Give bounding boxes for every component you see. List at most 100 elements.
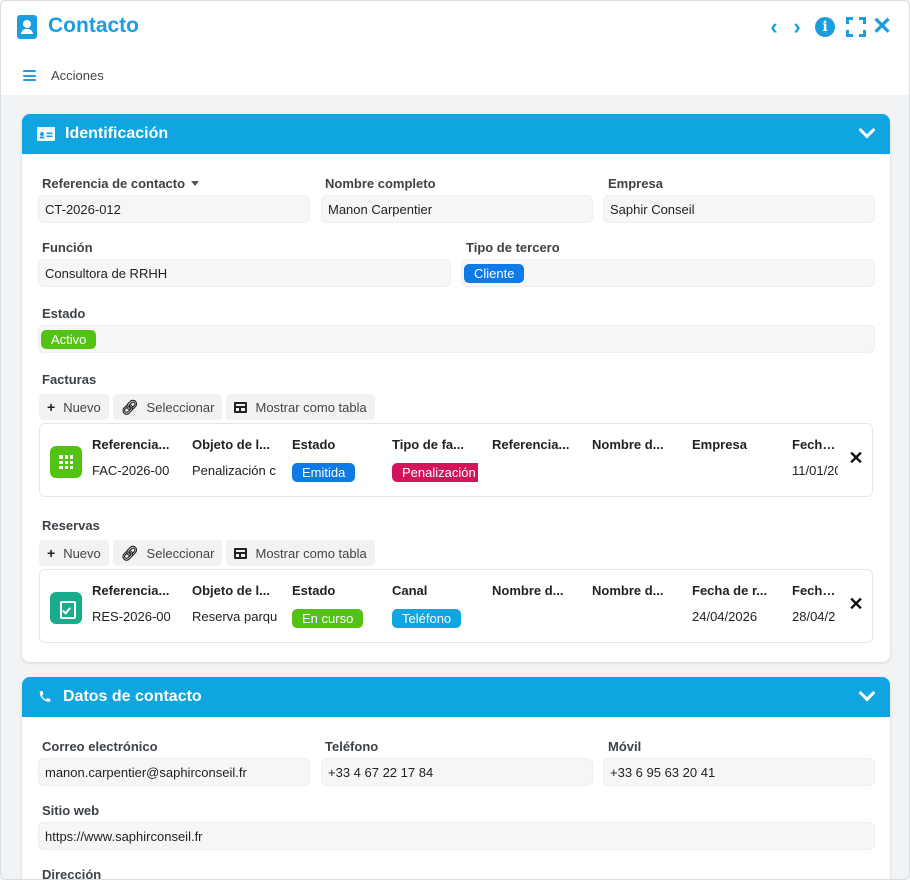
fullscreen-icon[interactable] — [846, 17, 866, 37]
invoices-table-button[interactable]: Mostrar como tabla — [226, 394, 375, 420]
link-icon: 🔗︎ — [120, 544, 139, 561]
website-field[interactable]: https://www.saphirconseil.fr — [38, 822, 875, 850]
email-field[interactable]: manon.carpentier@saphirconseil.fr — [38, 758, 310, 786]
new-label: Nuevo — [63, 399, 101, 415]
invoice-col-date: Fecha d — [792, 437, 838, 452]
third-party-type-field[interactable]: Cliente — [461, 259, 875, 287]
invoice-col-reference: Referencia... — [92, 437, 170, 452]
phone-field[interactable]: +33 4 67 22 17 84 — [321, 758, 593, 786]
close-icon[interactable]: ✕ — [871, 15, 893, 39]
invoice-col-name: Nombre d... — [592, 437, 664, 452]
window-title: Contacto — [48, 14, 139, 37]
reservation-status-cell: En curso — [292, 609, 382, 628]
remove-invoice-icon[interactable]: ✕ — [848, 449, 864, 467]
invoice-col-status: Estado — [292, 437, 336, 452]
full-name-label: Nombre completo — [325, 176, 436, 191]
contact-book-icon — [17, 15, 37, 39]
plus-icon: + — [47, 399, 56, 415]
reservation-col-channel: Canal — [392, 583, 428, 598]
reservation-reference-value: RES-2026-00 — [92, 609, 171, 624]
active-status-tag: Activo — [41, 330, 97, 349]
remove-reservation-icon[interactable]: ✕ — [848, 595, 864, 613]
function-label: Función — [42, 240, 93, 255]
reservations-select-button[interactable]: 🔗︎ Seleccionar — [112, 540, 223, 566]
website-label: Sitio web — [42, 803, 100, 818]
new-label: Nuevo — [63, 545, 101, 561]
invoices-new-button[interactable]: + Nuevo — [39, 394, 109, 420]
third-party-type-label: Tipo de tercero — [466, 240, 560, 255]
invoice-reference-value: FAC-2026-00 — [92, 463, 170, 478]
invoice-col-reference2: Referencia... — [492, 437, 570, 452]
reservation-col-reference: Referencia... — [92, 583, 170, 598]
reservations-table-button[interactable]: Mostrar como tabla — [226, 540, 375, 566]
invoice-type-cell: Penalización — [392, 463, 478, 482]
form-content: Identificación Referencia de contacto CT… — [1, 95, 909, 879]
client-tag: Cliente — [464, 264, 525, 283]
company-field[interactable]: Saphir Conseil — [603, 195, 875, 223]
chevron-down-icon[interactable] — [860, 689, 872, 701]
invoice-col-object: Objeto de l... — [192, 437, 271, 452]
id-card-icon — [37, 127, 55, 141]
reference-field[interactable]: CT-2026-012 — [38, 195, 310, 223]
invoice-row[interactable]: Referencia... Objeto de l... Estado Tipo… — [39, 423, 873, 497]
status-label: Estado — [42, 306, 86, 321]
status-field[interactable]: Activo — [38, 325, 875, 353]
table-label: Mostrar como tabla — [255, 399, 367, 415]
invoice-col-company: Empresa — [692, 437, 747, 452]
actions-bar: Acciones — [1, 59, 909, 93]
chevron-down-icon[interactable] — [860, 126, 872, 138]
invoice-object-value: Penalización c — [192, 463, 276, 478]
caret-down-icon[interactable] — [191, 181, 200, 186]
contact-window: Contacto ‹ › i ✕ Acciones Identificación… — [0, 0, 910, 880]
reservation-col-date-start: Fecha de r... — [692, 583, 768, 598]
reservation-col-object: Objeto de l... — [192, 583, 271, 598]
select-label: Seleccionar — [146, 545, 215, 561]
reservation-col-status: Estado — [292, 583, 336, 598]
actions-menu-label[interactable]: Acciones — [51, 68, 104, 83]
phone-channel-tag: Teléfono — [392, 609, 462, 628]
mobile-label: Móvil — [608, 739, 642, 754]
identification-panel: Identificación Referencia de contacto CT… — [22, 114, 890, 662]
identification-panel-header[interactable]: Identificación — [22, 114, 890, 154]
reservation-channel-cell: Teléfono — [392, 609, 482, 628]
penalty-tag: Penalización — [392, 463, 478, 482]
table-icon — [234, 547, 248, 559]
title-bar: Contacto ‹ › i ✕ — [1, 1, 909, 53]
contact-details-panel-header[interactable]: Datos de contacto — [22, 677, 890, 717]
invoice-col-type: Tipo de fa... — [392, 437, 464, 452]
reservations-label: Reservas — [42, 518, 100, 533]
plus-icon: + — [47, 545, 56, 561]
company-label: Empresa — [608, 176, 663, 191]
reservation-col-name2: Nombre d... — [592, 583, 664, 598]
reservations-new-button[interactable]: + Nuevo — [39, 540, 109, 566]
reference-label[interactable]: Referencia de contacto — [42, 176, 200, 191]
function-field[interactable]: Consultora de RRHH — [38, 259, 451, 287]
reservation-object-value: Reserva parqu — [192, 609, 278, 624]
invoices-select-button[interactable]: 🔗︎ Seleccionar — [112, 394, 223, 420]
invoice-date-value: 11/01/20 — [792, 463, 838, 478]
reservation-row[interactable]: Referencia... Objeto de l... Estado Cana… — [39, 569, 873, 643]
invoices-label: Facturas — [42, 372, 97, 387]
link-icon: 🔗︎ — [120, 398, 139, 415]
table-label: Mostrar como tabla — [255, 545, 367, 561]
table-icon — [234, 401, 248, 413]
phone-icon — [39, 691, 51, 702]
grid-icon — [50, 446, 82, 478]
contact-details-title: Datos de contacto — [63, 688, 202, 705]
full-name-field[interactable]: Manon Carpentier — [321, 195, 593, 223]
mobile-field[interactable]: +33 6 95 63 20 41 — [603, 758, 875, 786]
contact-details-panel: Datos de contacto Correo electrónico man… — [22, 677, 890, 879]
chevron-left-icon[interactable]: ‹ — [763, 15, 785, 39]
reservation-end-date-value: 28/04/2 — [792, 609, 836, 624]
phone-label: Teléfono — [325, 739, 379, 754]
reservation-col-name1: Nombre d... — [492, 583, 564, 598]
in-progress-tag: En curso — [292, 609, 364, 628]
chevron-right-icon[interactable]: › — [786, 15, 808, 39]
hamburger-menu-icon[interactable] — [23, 70, 36, 81]
select-label: Seleccionar — [146, 399, 215, 415]
email-label: Correo electrónico — [42, 739, 158, 754]
issued-tag: Emitida — [292, 463, 356, 482]
info-icon[interactable]: i — [815, 17, 835, 37]
invoice-status-cell: Emitida — [292, 463, 382, 482]
reservation-start-date-value: 24/04/2026 — [692, 609, 758, 624]
